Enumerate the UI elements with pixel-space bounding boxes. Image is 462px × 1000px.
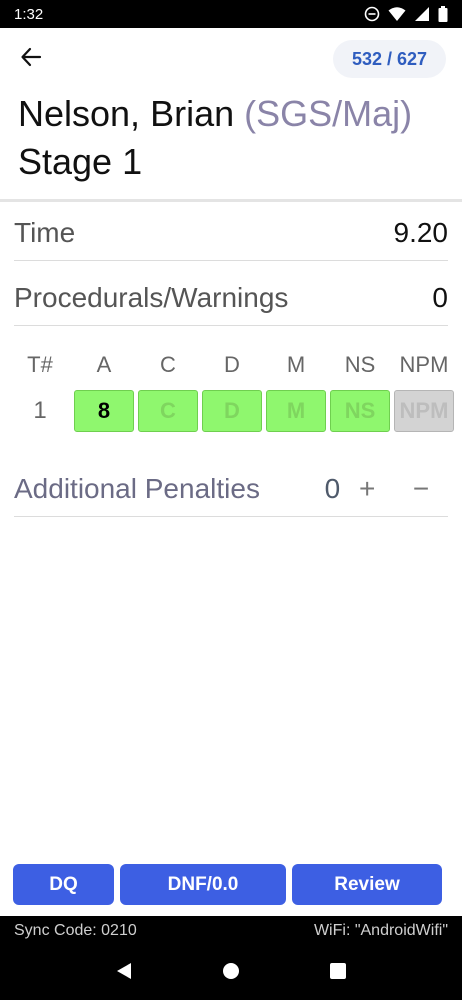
column-header-c: C	[160, 352, 176, 377]
hits-header: T# A C D M NS NPM	[8, 352, 456, 378]
status-time: 1:32	[14, 5, 44, 23]
wifi-status: WiFi: "AndroidWifi"	[313, 922, 448, 939]
review-button[interactable]: Review	[292, 864, 442, 905]
navigation-bar	[0, 946, 462, 1000]
column-header-npm: NPM	[399, 352, 449, 377]
column-header-a: A	[96, 352, 112, 377]
column-header-target: T#	[27, 352, 53, 377]
screen: 1:32 532 / 627 Nelson, Brian (SGS/Maj) S…	[0, 0, 462, 1000]
circle-home-icon	[222, 962, 240, 985]
additional-penalties-row: Additional Penalties 0 + −	[14, 462, 448, 517]
penalties-label: Additional Penalties	[14, 473, 260, 504]
shooter-name: Nelson, Brian	[18, 93, 235, 134]
stage-name: Stage 1	[18, 141, 143, 182]
time-value[interactable]: 9.20	[394, 217, 449, 249]
shooter-division: (SGS/Maj)	[244, 93, 413, 134]
wifi-icon	[388, 6, 406, 22]
shooter-counter[interactable]: 532 / 627	[333, 40, 446, 78]
square-recents-icon	[329, 962, 347, 985]
penalties-value: 0	[324, 473, 341, 504]
triangle-back-icon	[115, 962, 133, 985]
nav-home-button[interactable]	[211, 953, 251, 993]
score-cell-m[interactable]: M	[266, 390, 326, 432]
dnf-button[interactable]: DNF/0.0	[120, 864, 286, 905]
time-label: Time	[14, 217, 76, 248]
shooter-title: Nelson, Brian (SGS/Maj)	[18, 93, 412, 135]
score-cell-c[interactable]: C	[138, 390, 198, 432]
dq-button[interactable]: DQ	[13, 864, 114, 905]
target-number: 1	[33, 397, 47, 424]
score-cell-npm[interactable]: NPM	[394, 390, 454, 432]
nav-back-button[interactable]	[104, 953, 144, 993]
penalty-decrement-button[interactable]: −	[394, 473, 448, 505]
procedurals-row[interactable]: Procedurals/Warnings 0	[14, 271, 448, 326]
sync-code: Sync Code: 0210	[14, 922, 137, 939]
column-header-ns: NS	[344, 352, 376, 377]
hits-row: 1 8 C D M NS NPM	[8, 390, 456, 432]
status-icons	[364, 6, 448, 22]
hits-table: T# A C D M NS NPM 1 8 C D M NS NPM	[8, 352, 456, 432]
column-header-m: M	[286, 352, 306, 377]
footer-bar: Sync Code: 0210 WiFi: "AndroidWifi"	[0, 916, 462, 946]
arrow-left-icon	[20, 46, 42, 73]
score-cell-d[interactable]: D	[202, 390, 262, 432]
procedurals-value[interactable]: 0	[432, 282, 448, 314]
do-not-disturb-icon	[364, 6, 380, 22]
penalty-increment-button[interactable]: +	[340, 473, 394, 505]
signal-icon	[414, 6, 430, 22]
back-button[interactable]	[14, 42, 48, 76]
battery-icon	[438, 6, 448, 22]
score-cell-ns[interactable]: NS	[330, 390, 390, 432]
column-header-d: D	[224, 352, 240, 377]
time-row[interactable]: Time 9.20	[14, 206, 448, 261]
score-cell-a[interactable]: 8	[74, 390, 134, 432]
status-bar: 1:32	[0, 0, 462, 28]
header-divider	[0, 199, 462, 202]
procedurals-label: Procedurals/Warnings	[14, 282, 289, 313]
nav-recents-button[interactable]	[318, 953, 358, 993]
